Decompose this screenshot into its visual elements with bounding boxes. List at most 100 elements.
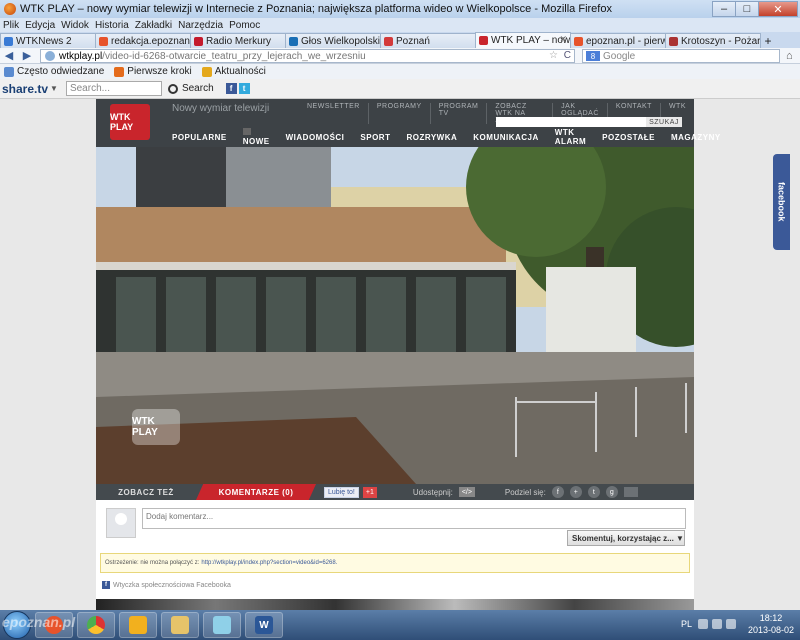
menu-zakladki[interactable]: Zakładki [132, 20, 175, 31]
minimize-button[interactable]: – [712, 1, 736, 17]
epoznan-watermark: epoznan.pl [2, 614, 76, 630]
comment-input[interactable]: Dodaj komentarz... [142, 508, 686, 529]
site-header: WTK PLAY Nowy wymiar telewizji NEWSLETTE… [96, 99, 720, 147]
facebook-icon[interactable]: f [225, 83, 237, 94]
taskbar-security[interactable] [119, 612, 157, 638]
url-bar[interactable]: wtkplay.pl/video-id-6268-otwarcie_teatru… [40, 49, 575, 63]
nav-magazyny[interactable]: MAGAZYNY [663, 133, 729, 142]
facebook-share-icon[interactable]: f [551, 486, 564, 498]
share-search-input[interactable]: Search... [65, 81, 162, 96]
new-tab-plus-icon[interactable]: + [760, 33, 776, 48]
tab-redakcja[interactable]: redakcja.epoznan.pl [95, 33, 191, 48]
menu-widok[interactable]: Widok [58, 20, 92, 31]
menu-edycja[interactable]: Edycja [22, 20, 58, 31]
taskbar-notepad[interactable] [203, 612, 241, 638]
plus-share-icon[interactable]: + [569, 486, 582, 498]
chrome-icon [87, 616, 105, 634]
tab-favicon [289, 36, 298, 46]
tab-favicon [669, 36, 678, 46]
share-search-label: Search [181, 83, 214, 94]
taskbar-chrome[interactable] [77, 612, 115, 638]
taskbar-word[interactable]: W [245, 612, 283, 638]
menu-historia[interactable]: Historia [92, 20, 132, 31]
tab-radio-merkury[interactable]: Radio Merkury [190, 33, 286, 48]
tab-zobacz-tez[interactable]: ZOBACZ TEŻ [96, 484, 196, 500]
shield-icon [129, 616, 147, 634]
nav-nowe[interactable]: NOWE [235, 128, 278, 146]
tab-epoznan[interactable]: epoznan.pl - pierws... [570, 33, 666, 48]
nav-wtk-alarm[interactable]: WTK ALARM [547, 128, 594, 146]
facebook-like-button[interactable]: Lubię to! [324, 486, 359, 498]
search-icon [167, 83, 178, 94]
maximize-button[interactable]: □ [735, 1, 759, 17]
tab-wtk-play[interactable]: WTK PLAY – nowy ...✕ [475, 32, 571, 48]
network-icon[interactable] [711, 619, 722, 629]
thumbnail-strip[interactable] [96, 599, 694, 610]
tab-poznan[interactable]: Poznań [380, 33, 476, 48]
nav-sport[interactable]: SPORT [352, 133, 398, 142]
reload-icon[interactable]: C [564, 50, 571, 61]
site-identity-icon[interactable] [45, 51, 55, 61]
language-indicator[interactable]: PL [681, 619, 692, 629]
nav-komunikacja[interactable]: KOMUNIKACJA [465, 133, 547, 142]
twitter-share-icon[interactable]: t [587, 486, 600, 498]
taskbar-explorer[interactable] [161, 612, 199, 638]
facebook-side-tab[interactable]: facebook [773, 154, 790, 250]
menu-narzedzia[interactable]: Narzędzia [175, 20, 226, 31]
web-search-input[interactable]: 8 Google [582, 49, 780, 63]
page-content: WTK PLAY Nowy wymiar telewizji NEWSLETTE… [0, 99, 800, 610]
share-search-button[interactable]: Search [167, 83, 214, 94]
tab-komentarze[interactable]: KOMENTARZE (0) [196, 484, 316, 500]
nav-wiadomosci[interactable]: WIADOMOŚCI [278, 133, 353, 142]
nav-pozostale[interactable]: POZOSTAŁE [594, 133, 663, 142]
chevron-down-icon[interactable]: ▼ [50, 84, 58, 93]
forward-button[interactable]: ▶ [18, 49, 36, 63]
tab-krotoszyn[interactable]: Krotoszyn - Pożar w... [665, 33, 761, 48]
folder-icon [171, 616, 189, 634]
warning-link[interactable]: http://wtkplay.pl/index.php?section=vide… [201, 560, 337, 566]
back-button[interactable]: ◀ [0, 49, 18, 63]
share-social-icons: f t [225, 83, 252, 94]
clock-time: 18:12 [759, 613, 783, 623]
menu-plik[interactable]: Plik [0, 20, 22, 31]
bookmark-star-icon[interactable]: ☆ [549, 50, 558, 61]
site-search-button[interactable]: SZUKAJ [646, 117, 682, 127]
tab-glos-wielkopolski[interactable]: Głos Wielkopolski - ... [285, 33, 381, 48]
menu-pomoc[interactable]: Pomoc [226, 20, 263, 31]
bookmark-label: Aktualności [214, 66, 266, 77]
nav-rozrywka[interactable]: ROZRYWKA [398, 133, 465, 142]
clock[interactable]: 18:12 2013-08-02 [748, 612, 794, 636]
volume-icon[interactable] [697, 619, 708, 629]
share-tv-toolbar: share.tv ▼ Search... Search f t [0, 79, 800, 99]
facebook-plugin-label: f Wtyczka społecznościowa Facebooka [102, 581, 231, 589]
topnav-program-tv[interactable]: PROGRAM TV [429, 103, 487, 124]
comment-as-dropdown[interactable]: Skomentuj, korzystając z... ▼ [567, 530, 685, 546]
bookmark-czesto-odwiedzane[interactable]: Często odwiedzane [4, 66, 104, 77]
bookmark-aktualnosci[interactable]: Aktualności [201, 66, 266, 77]
home-icon[interactable]: ⌂ [786, 50, 793, 62]
tab-label: Poznań [396, 35, 430, 47]
new-icon [242, 128, 251, 135]
topnav-programy[interactable]: PROGRAMY [367, 103, 430, 124]
bookmark-pierwsze-kroki[interactable]: Pierwsze kroki [114, 66, 192, 77]
google-share-icon[interactable]: g [605, 486, 618, 498]
twitter-icon[interactable]: t [238, 83, 250, 94]
email-share-icon[interactable] [623, 487, 638, 497]
embed-code-button[interactable]: </> [458, 487, 475, 497]
share-tv-logo[interactable]: share.tv ▼ [0, 82, 58, 96]
tab-wtknews[interactable]: WTKNews 2 [0, 33, 96, 48]
rss-icon [201, 66, 212, 77]
flag-icon[interactable] [725, 619, 736, 629]
window-controls: – □ ✕ [712, 1, 798, 17]
close-button[interactable]: ✕ [758, 1, 798, 17]
video-player[interactable]: WTK PLAY [96, 147, 694, 484]
nav-nowe-label: NOWE [242, 137, 270, 146]
topnav-newsletter[interactable]: NEWSLETTER [299, 103, 368, 124]
connection-warning: Ostrzeżenie: nie można połączyć z: http:… [100, 553, 690, 573]
bookmark-label: Pierwsze kroki [127, 66, 192, 77]
tab-close-icon[interactable]: ✕ [559, 34, 567, 45]
warning-text: Ostrzeżenie: nie można połączyć z: [105, 560, 200, 566]
nav-popularne[interactable]: POPULARNE [164, 133, 235, 142]
search-engine-icon[interactable]: 8 [586, 51, 600, 61]
google-plus-button[interactable]: +1 [362, 486, 377, 498]
